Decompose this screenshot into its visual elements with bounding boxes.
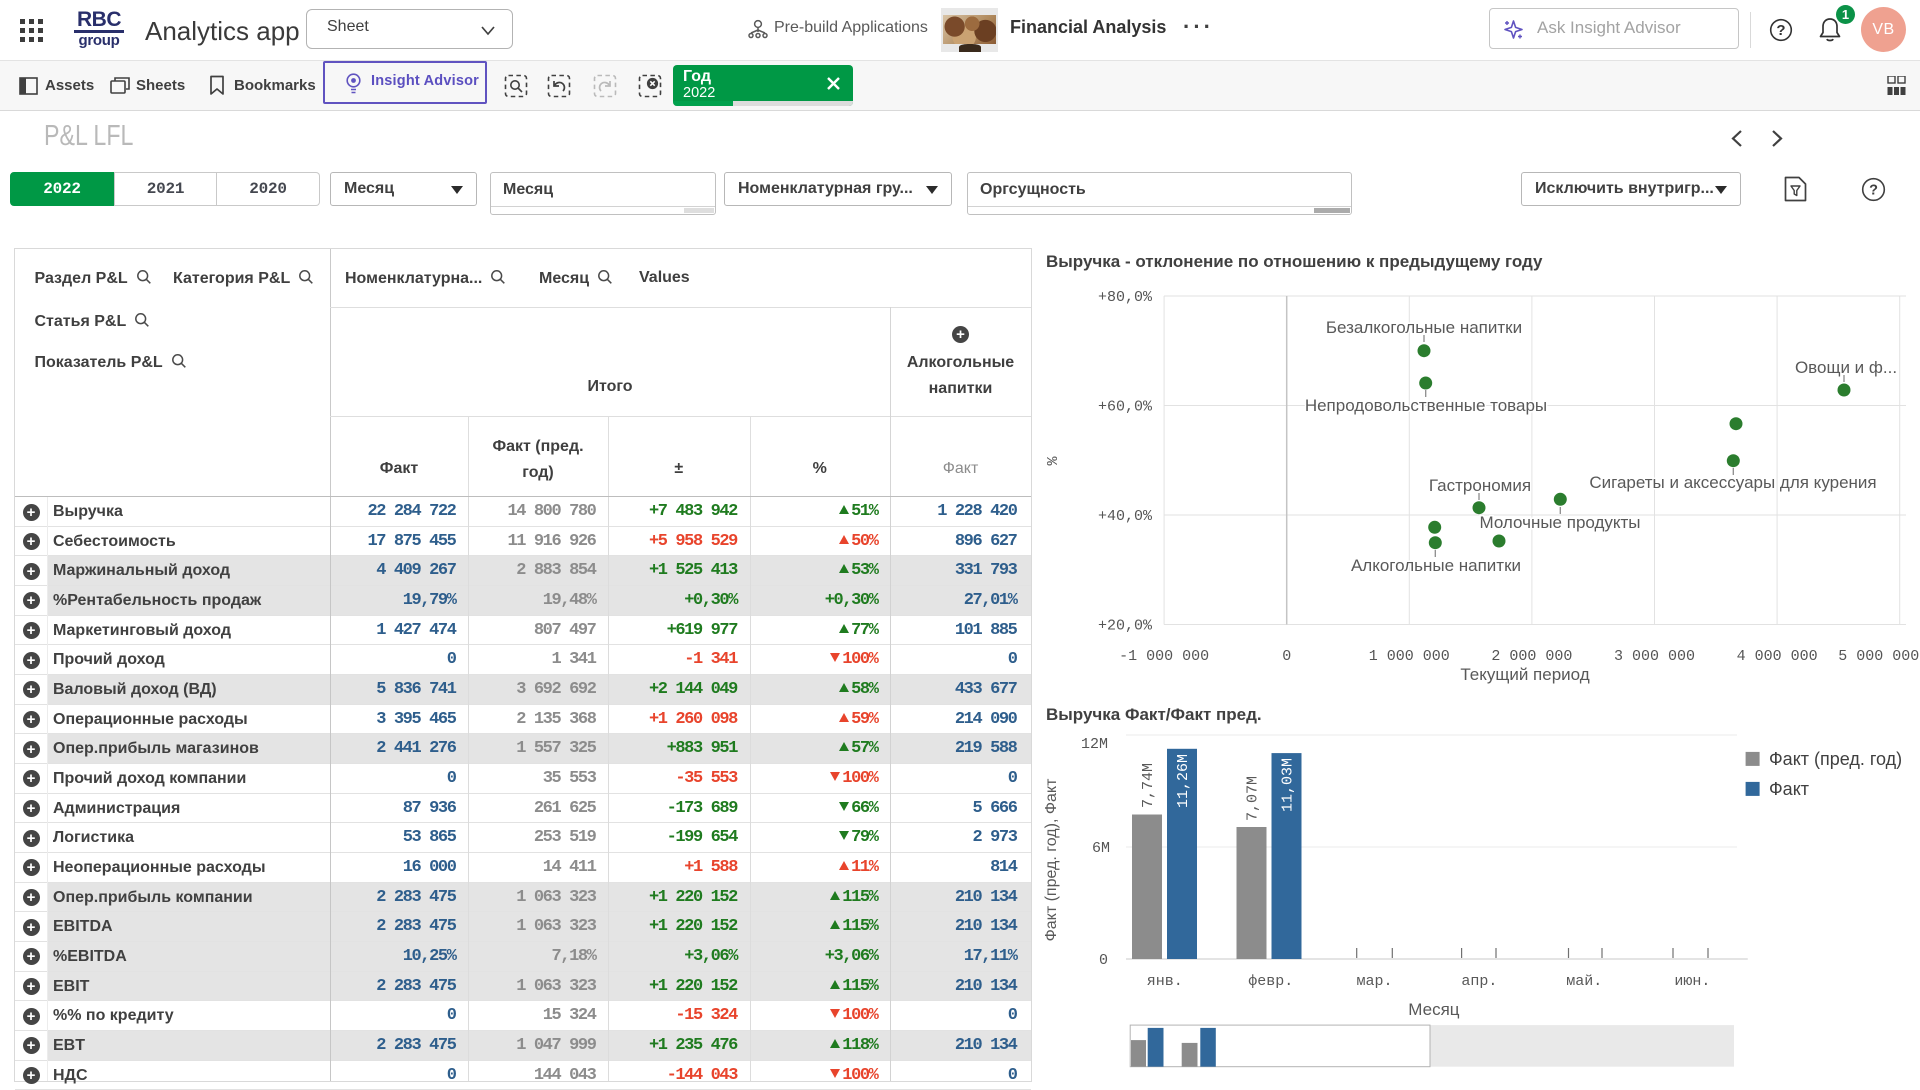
svg-text:Сигареты и аксессуары для куре: Сигареты и аксессуары для курения (1589, 473, 1876, 492)
svg-text:0: 0 (1099, 952, 1108, 969)
svg-text:Алкогольные напитки: Алкогольные напитки (1351, 556, 1521, 575)
svg-text:июн.: июн. (1674, 973, 1710, 990)
svg-text:12M: 12M (1081, 736, 1108, 753)
svg-text:Месяц: Месяц (1408, 1000, 1460, 1019)
svg-text:Факт: Факт (1769, 779, 1809, 799)
svg-text:?: ? (1869, 183, 1878, 199)
svg-text:+40,0%: +40,0% (1098, 508, 1153, 525)
svg-text:Молочные продукты: Молочные продукты (1479, 513, 1640, 532)
svg-text:11,03M: 11,03M (1280, 758, 1297, 812)
svg-text:Безалкогольные напитки: Безалкогольные напитки (1326, 318, 1522, 337)
svg-text:-1 000 000: -1 000 000 (1119, 648, 1209, 665)
svg-text:Текущий период: Текущий период (1460, 665, 1589, 684)
svg-text:6M: 6M (1092, 840, 1110, 857)
svg-text:7,74M: 7,74M (1140, 763, 1157, 808)
svg-text:апр.: апр. (1461, 973, 1497, 990)
svg-text:3 000 000: 3 000 000 (1614, 648, 1695, 665)
svg-text:1 000 000: 1 000 000 (1369, 648, 1450, 665)
svg-text:+80,0%: +80,0% (1098, 289, 1153, 306)
svg-text:май.: май. (1566, 973, 1602, 990)
svg-text:Факт (пред. год): Факт (пред. год) (1769, 749, 1902, 769)
svg-text:Факт (пред. год), Факт: Факт (пред. год), Факт (1043, 778, 1060, 942)
svg-text:янв.: янв. (1147, 973, 1183, 990)
svg-text:Овощи и ф...: Овощи и ф... (1795, 358, 1897, 377)
svg-text:5 000 000: 5 000 000 (1838, 648, 1919, 665)
svg-text:11,26M: 11,26M (1175, 754, 1192, 808)
svg-text:Гастрономия: Гастрономия (1429, 476, 1531, 495)
svg-text:+20,0%: +20,0% (1098, 618, 1153, 635)
svg-text:%: % (1045, 456, 1062, 466)
svg-text:?: ? (1776, 22, 1785, 39)
svg-text:+60,0%: +60,0% (1098, 399, 1153, 416)
svg-text:Непродовольственные товары: Непродовольственные товары (1305, 396, 1547, 415)
svg-text:7,07M: 7,07M (1245, 776, 1262, 821)
svg-text:0: 0 (1282, 648, 1291, 665)
svg-text:февр.: февр. (1248, 973, 1293, 990)
svg-text:мар.: мар. (1356, 973, 1392, 990)
svg-text:4 000 000: 4 000 000 (1737, 648, 1818, 665)
svg-text:2 000 000: 2 000 000 (1491, 648, 1572, 665)
